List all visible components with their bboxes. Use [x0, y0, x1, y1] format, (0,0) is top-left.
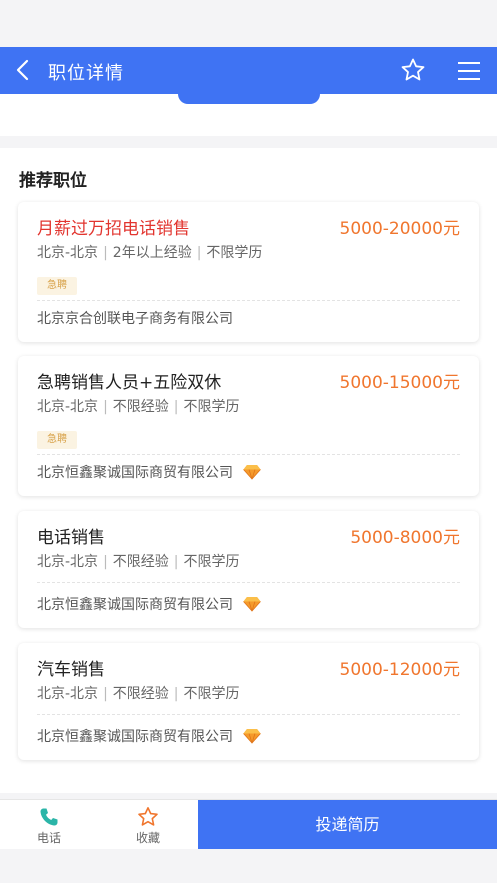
- card-divider: [37, 582, 460, 583]
- phone-label: 电话: [36, 831, 61, 845]
- section-title: 推荐职位: [19, 171, 87, 191]
- header-tab-bump: [178, 94, 320, 104]
- job-experience: 不限经验: [112, 686, 169, 702]
- card-divider: [37, 300, 460, 301]
- meta-separator: |: [173, 686, 179, 702]
- job-location: 北京-北京: [37, 686, 99, 702]
- job-meta: 北京-北京 | 不限经验 | 不限学历: [37, 396, 240, 416]
- job-experience: 不限经验: [112, 554, 169, 570]
- job-title: 电话销售: [37, 528, 105, 548]
- company-name: 北京京合创联电子商务有限公司: [37, 308, 233, 328]
- diamond-icon: [243, 597, 262, 612]
- bottom-safe-area: [0, 849, 497, 883]
- job-education: 不限学历: [183, 686, 240, 702]
- meta-separator: |: [103, 399, 108, 415]
- job-card[interactable]: 急聘销售人员+五险双休 5000-15000元 北京-北京 | 不限经验 | 不限学历 …: [18, 356, 479, 496]
- job-meta: 北京-北京 | 不限经验 | 不限学历: [37, 683, 240, 703]
- job-salary: 5000-20000元: [339, 219, 460, 239]
- favorite-label: 收藏: [135, 831, 160, 845]
- menu-icon[interactable]: [456, 60, 482, 82]
- job-title: 汽车销售: [37, 660, 105, 680]
- job-location: 北京-北京: [37, 399, 99, 415]
- diamond-icon: [243, 465, 262, 480]
- phone-icon: [40, 808, 58, 826]
- urgent-badge: 急聘: [37, 277, 77, 295]
- job-salary: 5000-15000元: [339, 373, 460, 393]
- meta-separator: |: [173, 399, 179, 415]
- job-salary: 5000-8000元: [350, 528, 460, 548]
- company-name: 北京恒鑫聚诚国际商贸有限公司: [37, 726, 262, 746]
- meta-separator: |: [103, 245, 108, 261]
- company-name: 北京恒鑫聚诚国际商贸有限公司: [37, 462, 262, 482]
- card-divider: [37, 714, 460, 715]
- diamond-icon: [243, 729, 262, 744]
- phone-button[interactable]: 电话: [0, 800, 98, 850]
- back-arrow-icon[interactable]: [10, 56, 38, 84]
- status-bar-area: [0, 0, 497, 47]
- job-title: 月薪过万招电话销售: [37, 219, 190, 239]
- submit-resume-button[interactable]: 投递简历: [198, 800, 497, 850]
- company-name-text: 北京恒鑫聚诚国际商贸有限公司: [37, 465, 233, 481]
- job-experience: 2年以上经验: [112, 245, 192, 261]
- meta-separator: |: [196, 245, 202, 261]
- job-meta: 北京-北京 | 不限经验 | 不限学历: [37, 551, 240, 571]
- star-icon: [138, 806, 158, 826]
- urgent-badge: 急聘: [37, 431, 77, 449]
- card-divider: [37, 454, 460, 455]
- job-meta: 北京-北京 | 2年以上经验 | 不限学历: [37, 242, 262, 262]
- job-title: 急聘销售人员+五险双休: [37, 373, 222, 393]
- job-education: 不限学历: [183, 554, 240, 570]
- job-location: 北京-北京: [37, 554, 99, 570]
- job-salary: 5000-12000元: [339, 660, 460, 680]
- company-name-text: 北京恒鑫聚诚国际商贸有限公司: [37, 597, 233, 613]
- job-education: 不限学历: [206, 245, 263, 261]
- company-name-text: 北京京合创联电子商务有限公司: [37, 311, 233, 327]
- favorite-star-icon[interactable]: [400, 57, 426, 83]
- meta-separator: |: [173, 554, 179, 570]
- bottom-action-bar: 电话 收藏 投递简历: [0, 799, 497, 850]
- favorite-button[interactable]: 收藏: [98, 800, 198, 850]
- meta-separator: |: [103, 686, 108, 702]
- app-header: 职位详情: [0, 47, 497, 94]
- page-title: 职位详情: [48, 63, 124, 84]
- job-card[interactable]: 月薪过万招电话销售 5000-20000元 北京-北京 | 2年以上经验 | 不限学历 …: [18, 202, 479, 342]
- job-experience: 不限经验: [112, 399, 169, 415]
- job-education: 不限学历: [183, 399, 240, 415]
- company-name: 北京恒鑫聚诚国际商贸有限公司: [37, 594, 262, 614]
- recommended-jobs-section: 推荐职位 月薪过万招电话销售 5000-20000元 北京-北京 | 2年以上经验 |…: [0, 148, 497, 793]
- meta-separator: |: [103, 554, 108, 570]
- job-location: 北京-北京: [37, 245, 99, 261]
- job-card[interactable]: 电话销售 5000-8000元 北京-北京 | 不限经验 | 不限学历 北京恒鑫聚诚国际…: [18, 511, 479, 628]
- company-name-text: 北京恒鑫聚诚国际商贸有限公司: [37, 729, 233, 745]
- job-card[interactable]: 汽车销售 5000-12000元 北京-北京 | 不限经验 | 不限学历 北京恒鑫聚诚国…: [18, 643, 479, 760]
